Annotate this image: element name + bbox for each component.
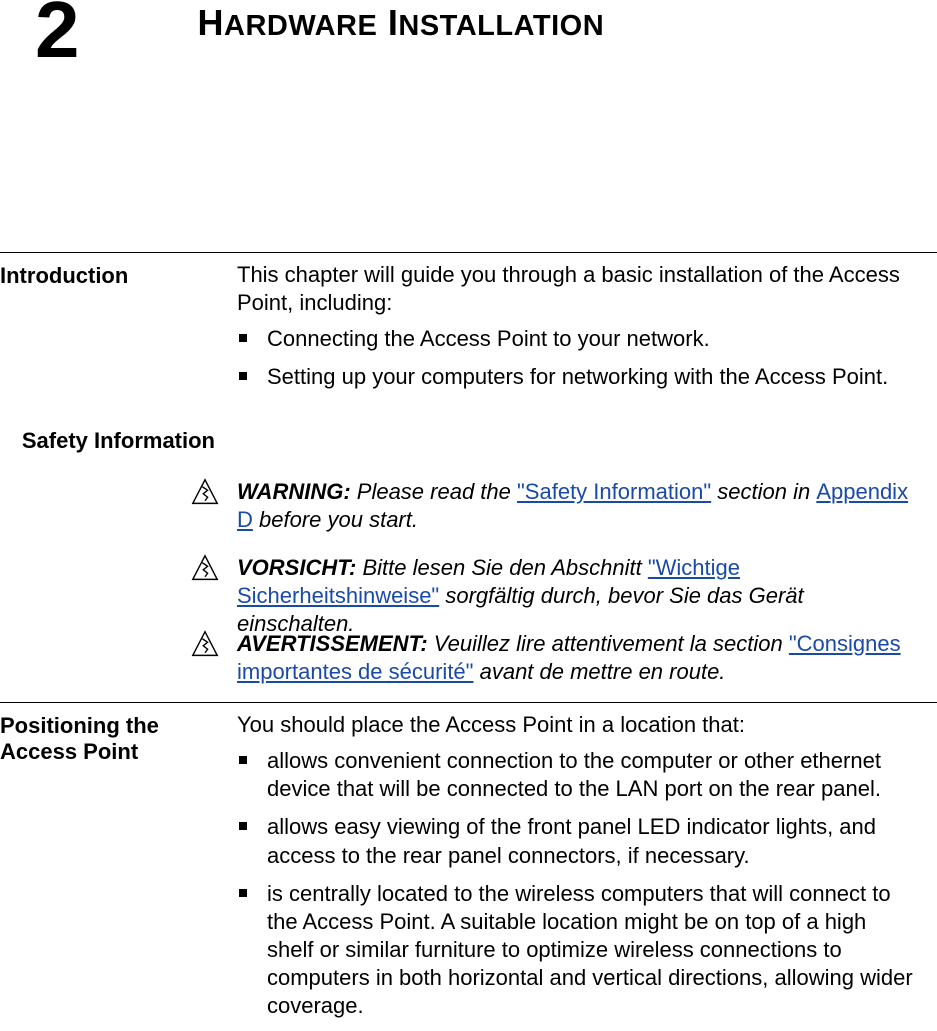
intro-body: This chapter will guide you through a ba… <box>237 261 917 392</box>
heading-positioning: Positioning the Access Point <box>0 713 215 766</box>
page: 2 HARDWARE INSTALLATION Introduction Thi… <box>0 0 937 996</box>
warning-pre: Please read the <box>351 479 517 504</box>
list-item: Setting up your computers for networking… <box>237 363 917 391</box>
title-rest-1: ARDWARE <box>224 10 377 42</box>
avertissement-row: AVERTISSEMENT: Veuillez lire attentiveme… <box>237 630 917 686</box>
positioning-bullets: allows convenient connection to the comp… <box>237 747 917 1020</box>
warning-icon <box>191 630 219 658</box>
warning-row: WARNING: Please read the "Safety Informa… <box>237 478 917 534</box>
list-item: is centrally located to the wireless com… <box>237 880 917 1021</box>
warning-label: WARNING: <box>237 479 351 504</box>
avertissement-pre: Veuillez lire attentivement la section <box>428 631 789 656</box>
link-safety-information[interactable]: "Safety Information" <box>517 479 711 504</box>
list-item: Connecting the Access Point to your netw… <box>237 325 917 353</box>
vorsicht-pre: Bitte lesen Sie den Abschnitt <box>356 555 647 580</box>
heading-introduction: Introduction <box>0 263 215 289</box>
chapter-header: 2 HARDWARE INSTALLATION <box>0 2 937 60</box>
title-cap-1: H <box>198 2 225 43</box>
intro-bullets: Connecting the Access Point to your netw… <box>237 325 917 391</box>
warning-mid: section in <box>711 479 816 504</box>
title-cap-2: I <box>388 2 399 43</box>
positioning-lead: You should place the Access Point in a l… <box>237 711 917 739</box>
heading-safety: Safety Information <box>0 428 215 454</box>
warning-post: before you start. <box>253 507 418 532</box>
intro-lead: This chapter will guide you through a ba… <box>237 261 917 317</box>
title-rest-2: NSTALLATION <box>398 10 604 42</box>
title-space <box>377 2 388 43</box>
positioning-body: You should place the Access Point in a l… <box>237 711 917 1021</box>
list-item: allows convenient connection to the comp… <box>237 747 917 803</box>
section-positioning: Positioning the Access Point You should … <box>0 702 937 1031</box>
chapter-number: 2 <box>35 0 78 60</box>
section-safety: Safety Information <box>0 418 937 426</box>
vorsicht-row: VORSICHT: Bitte lesen Sie den Abschnitt … <box>237 554 917 638</box>
section-introduction: Introduction This chapter will guide you… <box>0 252 937 402</box>
avertissement-label: AVERTISSEMENT: <box>237 631 428 656</box>
avertissement-post: avant de mettre en route. <box>473 659 725 684</box>
chapter-title: HARDWARE INSTALLATION <box>198 2 605 44</box>
warning-icon <box>191 478 219 506</box>
list-item: allows easy viewing of the front panel L… <box>237 813 917 869</box>
warning-icon <box>191 554 219 582</box>
vorsicht-label: VORSICHT: <box>237 555 356 580</box>
